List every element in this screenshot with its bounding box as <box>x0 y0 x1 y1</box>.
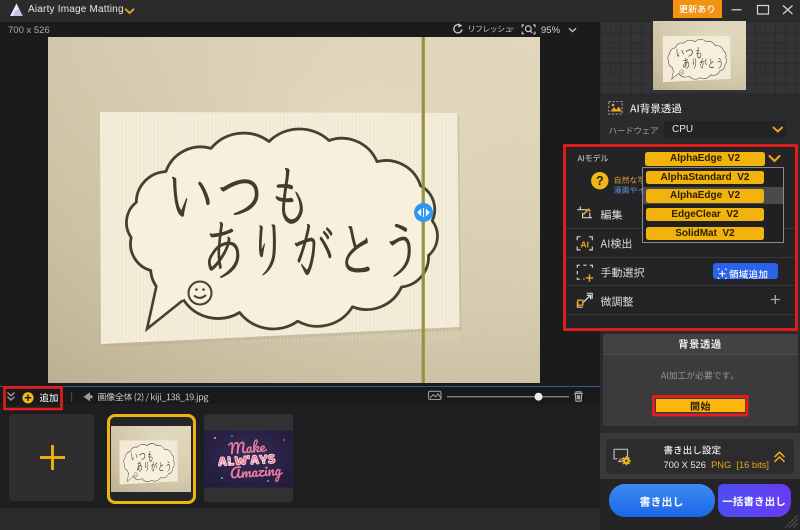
svg-text:AI: AI <box>581 239 590 249</box>
svg-text:?: ? <box>596 174 604 188</box>
